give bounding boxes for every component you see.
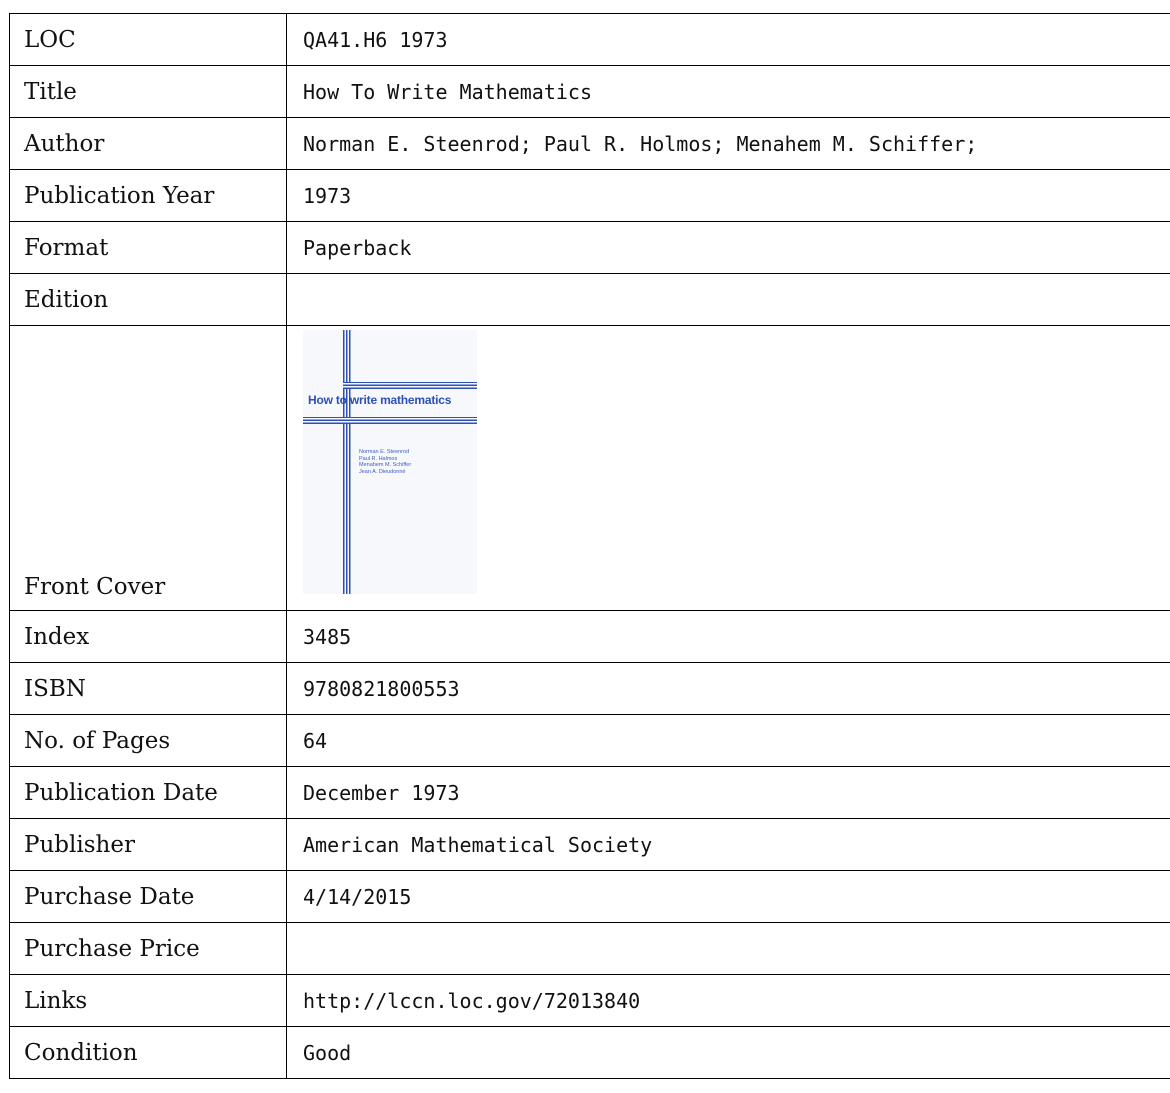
cover-bottom-stripe xyxy=(343,417,477,424)
row-format: Format Paperback xyxy=(9,221,1170,274)
book-record-table: LOC QA41.H6 1973 Title How To Write Math… xyxy=(9,13,1170,1079)
publication-date-value: December 1973 xyxy=(286,766,1170,819)
index-label: Index xyxy=(9,610,287,663)
cover-author: Jean A. Dieudonné xyxy=(359,468,406,475)
row-publication-date: Publication Date December 1973 xyxy=(9,766,1170,819)
row-author: Author Norman E. Steenrod; Paul R. Holmo… xyxy=(9,117,1170,170)
isbn-value: 9780821800553 xyxy=(286,662,1170,715)
row-loc: LOC QA41.H6 1973 xyxy=(9,13,1170,66)
pages-value: 64 xyxy=(286,714,1170,767)
cover-author: Menahem M. Schiffer xyxy=(359,462,412,468)
publication-year-value: 1973 xyxy=(286,169,1170,222)
publication-year-label: Publication Year xyxy=(9,169,287,222)
loc-label: LOC xyxy=(9,13,287,66)
row-purchase-date: Purchase Date 4/14/2015 xyxy=(9,870,1170,923)
row-condition: Condition Good xyxy=(9,1026,1170,1079)
edition-value xyxy=(286,273,1170,326)
cover-top-stripe xyxy=(343,382,477,389)
publication-date-label: Publication Date xyxy=(9,766,287,819)
isbn-label: ISBN xyxy=(9,662,287,715)
purchase-date-value: 4/14/2015 xyxy=(286,870,1170,923)
row-edition: Edition xyxy=(9,273,1170,326)
purchase-price-label: Purchase Price xyxy=(9,922,287,975)
purchase-price-value xyxy=(286,922,1170,975)
row-isbn: ISBN 9780821800553 xyxy=(9,662,1170,715)
row-front-cover: Front Cover How to write mathematics Nor… xyxy=(9,325,1170,611)
index-value: 3485 xyxy=(286,610,1170,663)
row-publication-year: Publication Year 1973 xyxy=(9,169,1170,222)
row-links: Links http://lccn.loc.gov/72013840 xyxy=(9,974,1170,1027)
author-value: Norman E. Steenrod; Paul R. Holmos; Mena… xyxy=(286,117,1170,170)
front-cover-image: How to write mathematics Norman E. Steen… xyxy=(303,330,477,594)
title-label: Title xyxy=(9,65,287,118)
row-purchase-price: Purchase Price xyxy=(9,922,1170,975)
front-cover-label: Front Cover xyxy=(9,325,287,611)
pages-label: No. of Pages xyxy=(9,714,287,767)
row-pages: No. of Pages 64 xyxy=(9,714,1170,767)
title-value: How To Write Mathematics xyxy=(286,65,1170,118)
cover-author: Norman E. Steenrod xyxy=(359,449,410,455)
condition-label: Condition xyxy=(9,1026,287,1079)
format-label: Format xyxy=(9,221,287,274)
cover-authors: Norman E. Steenrod Paul R. Halmos Menahe… xyxy=(359,449,411,475)
cover-left-stripe xyxy=(303,417,351,424)
format-value: Paperback xyxy=(286,221,1170,274)
cover-vertical-stripe xyxy=(343,330,351,594)
purchase-date-label: Purchase Date xyxy=(9,870,287,923)
row-publisher: Publisher American Mathematical Society xyxy=(9,818,1170,871)
author-label: Author xyxy=(9,117,287,170)
front-cover-cell: How to write mathematics Norman E. Steen… xyxy=(286,325,1170,611)
publisher-label: Publisher xyxy=(9,818,287,871)
row-index: Index 3485 xyxy=(9,610,1170,663)
publisher-value: American Mathematical Society xyxy=(286,818,1170,871)
loc-value: QA41.H6 1973 xyxy=(286,13,1170,66)
condition-value: Good xyxy=(286,1026,1170,1079)
row-title: Title How To Write Mathematics xyxy=(9,65,1170,118)
links-value[interactable]: http://lccn.loc.gov/72013840 xyxy=(286,974,1170,1027)
links-label: Links xyxy=(9,974,287,1027)
edition-label: Edition xyxy=(9,273,287,326)
cover-title: How to write mathematics xyxy=(308,393,452,407)
